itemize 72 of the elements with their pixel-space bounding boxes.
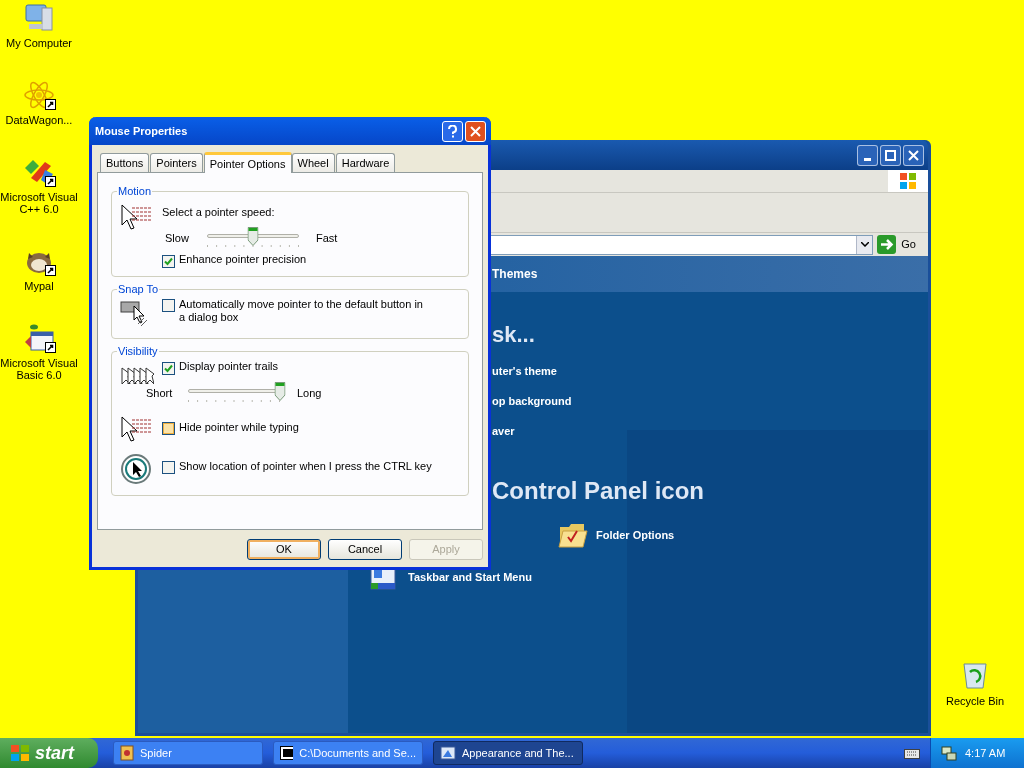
task-heading: sk... (492, 322, 536, 348)
checkbox[interactable] (162, 298, 175, 312)
checkbox-label: Display pointer trails (179, 359, 279, 373)
desktop-icon-label[interactable]: Recycle Bin (945, 693, 1005, 710)
checkbox[interactable] (162, 255, 175, 268)
checkbox-label: Automatically move pointer to the default button in a dialog box (179, 297, 424, 324)
minimize-icon (864, 157, 871, 161)
close-button[interactable] (465, 120, 486, 142)
maximize-button[interactable] (880, 144, 901, 166)
desktop-icon-label[interactable]: Mypal (24, 280, 54, 292)
checkbox[interactable] (162, 461, 175, 475)
taskbar-button[interactable]: Appearance and The... (433, 741, 583, 765)
checkbox-label: Show location of pointer when I press the CTRL key (179, 460, 432, 474)
taskbar-button[interactable]: Spider (113, 741, 263, 765)
desktop-icon-label[interactable]: Microsoft Visual Basic 6.0 (0, 357, 78, 381)
windows-logo-icon (10, 744, 30, 762)
go-button[interactable]: Go (877, 235, 916, 254)
card-icon (120, 745, 134, 761)
taskbar-button[interactable]: C:\Documents and Se... (273, 741, 423, 765)
slider-max-label: Fast (316, 230, 338, 246)
dialog-title: Mouse Properties (95, 123, 189, 139)
tab[interactable]: Wheel (291, 153, 335, 172)
dropdown-button[interactable] (856, 235, 873, 254)
tab[interactable]: Hardware (335, 153, 396, 172)
tab[interactable]: Buttons (100, 153, 150, 172)
help-button[interactable] (442, 120, 463, 142)
group-title: Snap To (117, 282, 160, 297)
checkbox[interactable] (162, 361, 175, 375)
folder-icon (558, 521, 588, 549)
control-panel-icon (440, 745, 456, 761)
archive-icon (280, 746, 294, 760)
clock: 4:17 AM (965, 745, 1006, 761)
close-button[interactable] (903, 144, 924, 166)
arrow-right-icon (877, 235, 897, 254)
task-link[interactable]: op background (492, 394, 928, 408)
category-title: Themes (492, 266, 538, 283)
desktop-icon-label[interactable]: My Computer (6, 37, 72, 49)
computer-icon (23, 2, 55, 34)
close-icon (470, 125, 481, 137)
control-panel-item[interactable]: Taskbar and Start Menu (408, 568, 532, 586)
desktop-icon-label[interactable]: Microsoft Visual C++ 6.0 (0, 191, 78, 215)
slider-min-label: Short (146, 385, 174, 401)
minimize-button[interactable] (857, 144, 878, 166)
desktop-icon-label[interactable]: DataWagon... (5, 114, 73, 126)
windows-logo-icon (899, 172, 917, 190)
speed-prompt: Select a pointer speed: (162, 204, 276, 220)
group-title: Visibility (117, 344, 159, 359)
keyboard-icon[interactable] (904, 747, 920, 759)
slider-min-label: Slow (165, 230, 190, 246)
section-heading: Control Panel icon (492, 477, 705, 505)
hide-pointer-icon (120, 415, 154, 445)
checkbox-label: Hide pointer while typing (179, 421, 299, 435)
slider-max-label: Long (297, 385, 322, 401)
checkbox[interactable] (162, 422, 175, 436)
maximize-icon (885, 149, 896, 161)
slider-thumb[interactable] (247, 227, 259, 246)
control-panel-item[interactable]: Folder Options (596, 526, 675, 544)
caret-icon (860, 242, 869, 247)
task-link[interactable]: aver (492, 424, 928, 438)
tab[interactable]: Pointer Options (203, 152, 292, 173)
dialog-button[interactable]: OK (247, 539, 321, 560)
network-icon[interactable] (941, 745, 957, 761)
dialog-button[interactable]: Cancel (328, 539, 402, 560)
close-icon (908, 149, 919, 161)
checkbox-label: Enhance pointer precision (179, 253, 307, 266)
slider-thumb[interactable] (274, 382, 286, 401)
help-icon (448, 124, 457, 138)
group-title: Motion (117, 184, 153, 199)
locate-pointer-icon (120, 453, 152, 485)
task-link[interactable]: uter's theme (492, 364, 928, 378)
tab[interactable]: Pointers (150, 153, 203, 172)
pointer-speed-icon (120, 202, 154, 233)
